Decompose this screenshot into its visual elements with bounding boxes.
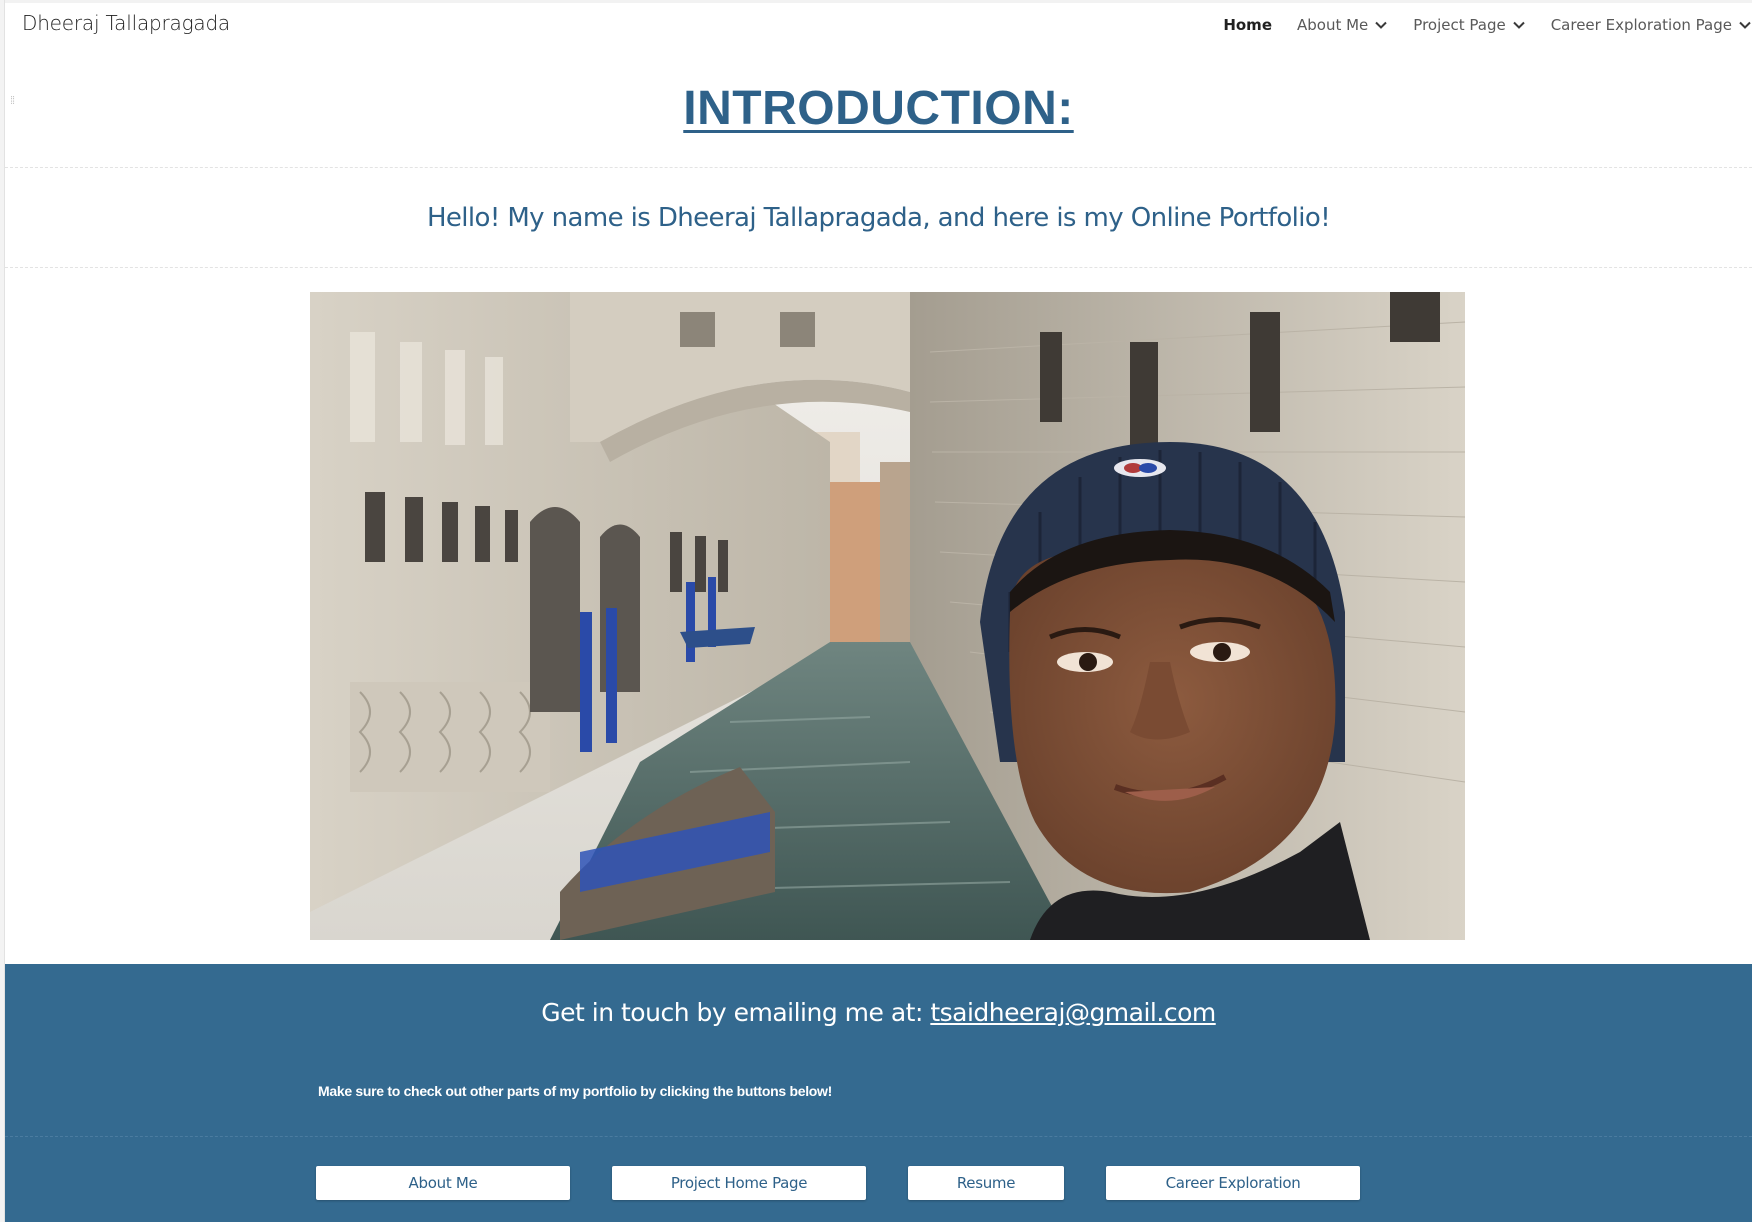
nav-label: Project Page bbox=[1413, 16, 1506, 34]
photo-venice-canal-selfie bbox=[310, 292, 1465, 940]
portrait-photo bbox=[310, 292, 1465, 940]
about-me-button[interactable]: About Me bbox=[316, 1166, 570, 1200]
footer-divider bbox=[5, 1136, 1752, 1137]
hello-section: Hello! My name is Dheeraj Tallapragada, … bbox=[5, 168, 1752, 268]
site-header: Dheeraj Tallapragada Home About Me Proje… bbox=[5, 3, 1752, 47]
chevron-down-icon[interactable] bbox=[1512, 18, 1526, 32]
hello-text: Hello! My name is Dheeraj Tallapragada, … bbox=[426, 203, 1331, 233]
nav-item-home[interactable]: Home bbox=[1223, 16, 1272, 34]
portfolio-note: Make sure to check out other parts of my… bbox=[318, 1083, 832, 1099]
chevron-down-icon[interactable] bbox=[1738, 18, 1752, 32]
contact-prefix: Get in touch by emailing me at: bbox=[541, 998, 931, 1027]
career-exploration-button[interactable]: Career Exploration bbox=[1106, 1166, 1360, 1200]
chevron-down-icon[interactable] bbox=[1374, 18, 1388, 32]
nav-item-career-exploration[interactable]: Career Exploration Page bbox=[1551, 16, 1752, 34]
contact-footer: Get in touch by emailing me at: tsaidhee… bbox=[5, 964, 1752, 1222]
intro-section: INTRODUCTION: bbox=[5, 47, 1752, 168]
page-title: INTRODUCTION: bbox=[683, 82, 1074, 135]
nav-label: Career Exploration Page bbox=[1550, 16, 1732, 34]
nav-item-about-me[interactable]: About Me bbox=[1297, 16, 1388, 34]
nav-item-project-page[interactable]: Project Page bbox=[1413, 16, 1525, 34]
resume-button[interactable]: Resume bbox=[908, 1166, 1064, 1200]
contact-line: Get in touch by emailing me at: tsaidhee… bbox=[5, 998, 1752, 1027]
project-home-page-button[interactable]: Project Home Page bbox=[612, 1166, 866, 1200]
site-name[interactable]: Dheeraj Tallapragada bbox=[22, 11, 230, 35]
nav-label: About Me bbox=[1297, 16, 1369, 34]
email-link[interactable]: tsaidheeraj@gmail.com bbox=[930, 998, 1216, 1027]
nav-label: Home bbox=[1223, 16, 1272, 34]
main-nav: Home About Me Project Page Career Explor… bbox=[1198, 16, 1752, 34]
